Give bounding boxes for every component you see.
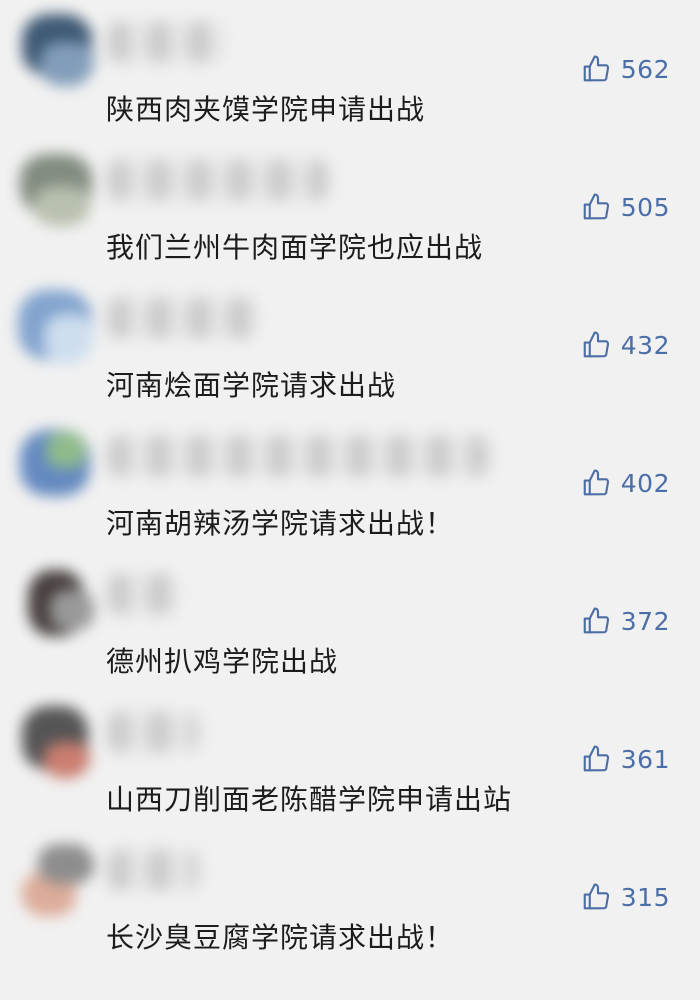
username-blurred[interactable] xyxy=(108,850,198,890)
comment-item: 德州扒鸡学院出战 372 xyxy=(0,552,700,690)
username-blurred[interactable] xyxy=(108,436,488,476)
like-count: 562 xyxy=(620,54,670,84)
comment-text: 山西刀削面老陈醋学院申请出站 xyxy=(106,783,513,816)
comment-item: 长沙臭豆腐学院请求出战！ 315 xyxy=(0,828,700,966)
thumbs-up-icon xyxy=(583,193,609,220)
like-count: 402 xyxy=(620,468,670,498)
comment-text: 我们兰州牛肉面学院也应出战 xyxy=(106,231,484,264)
avatar[interactable] xyxy=(14,146,98,230)
thumbs-up-icon xyxy=(583,469,609,496)
username-blurred[interactable] xyxy=(108,22,228,62)
like-button[interactable]: 361 xyxy=(581,742,670,776)
thumbs-up-icon xyxy=(583,607,609,634)
comment-item: 山西刀削面老陈醋学院申请出站 361 xyxy=(0,690,700,828)
comment-item: 陕西肉夹馍学院申请出战 562 xyxy=(0,0,700,138)
comment-text: 德州扒鸡学院出战 xyxy=(106,645,339,678)
comment-text: 河南胡辣汤学院请求出战！ xyxy=(106,507,455,540)
thumbs-up-icon xyxy=(583,883,609,910)
comment-item: 河南胡辣汤学院请求出战！ 402 xyxy=(0,414,700,552)
like-button[interactable]: 402 xyxy=(581,466,670,500)
like-button[interactable]: 562 xyxy=(581,52,670,86)
like-button[interactable]: 315 xyxy=(581,880,670,914)
username-blurred[interactable] xyxy=(108,160,328,200)
like-button[interactable]: 372 xyxy=(581,604,670,638)
like-count: 372 xyxy=(620,606,670,636)
comment-text: 陕西肉夹馍学院申请出战 xyxy=(106,93,426,126)
avatar[interactable] xyxy=(14,698,98,782)
avatar[interactable] xyxy=(14,422,98,506)
avatar[interactable] xyxy=(14,560,98,644)
like-count: 505 xyxy=(620,192,670,222)
comment-text: 河南烩面学院请求出战 xyxy=(106,369,397,402)
like-count: 315 xyxy=(620,882,670,912)
username-blurred[interactable] xyxy=(108,298,258,338)
comment-text: 长沙臭豆腐学院请求出战！ xyxy=(106,921,455,954)
like-count: 432 xyxy=(620,330,670,360)
like-button[interactable]: 432 xyxy=(581,328,670,362)
avatar[interactable] xyxy=(14,8,98,92)
like-count: 361 xyxy=(620,744,670,774)
comment-item: 我们兰州牛肉面学院也应出战 505 xyxy=(0,138,700,276)
avatar[interactable] xyxy=(14,284,98,368)
comment-list: 陕西肉夹馍学院申请出战 562 我们兰州牛肉面学院也应出战 505 河南烩面学院… xyxy=(0,0,700,1000)
thumbs-up-icon xyxy=(583,55,609,82)
like-button[interactable]: 505 xyxy=(581,190,670,224)
thumbs-up-icon xyxy=(583,745,609,772)
thumbs-up-icon xyxy=(583,331,609,358)
avatar[interactable] xyxy=(14,836,98,920)
comment-item: 河南烩面学院请求出战 432 xyxy=(0,276,700,414)
username-blurred[interactable] xyxy=(108,574,178,614)
username-blurred[interactable] xyxy=(108,712,198,752)
